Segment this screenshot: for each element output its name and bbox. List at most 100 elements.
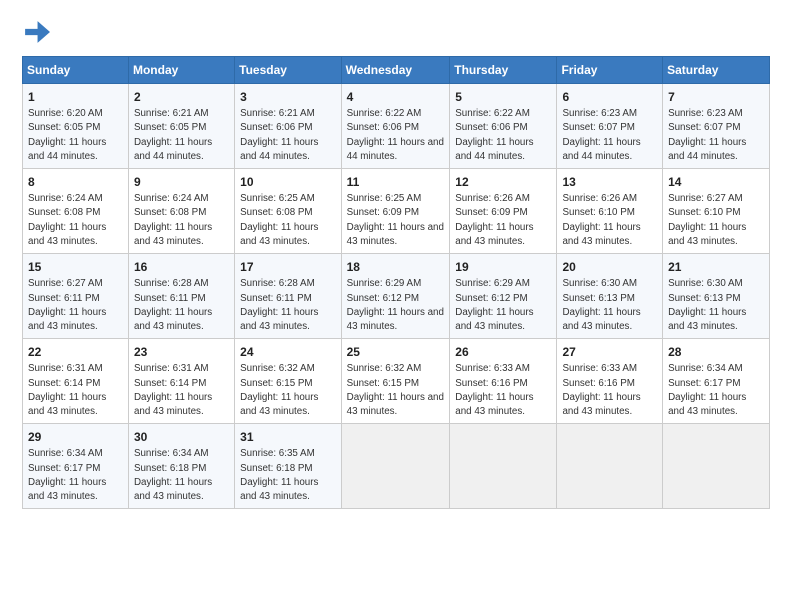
calendar-cell: 26 Sunrise: 6:33 AMSunset: 6:16 PMDaylig…: [450, 339, 557, 424]
day-info: Sunrise: 6:21 AMSunset: 6:05 PMDaylight:…: [134, 108, 212, 162]
calendar-cell: 31 Sunrise: 6:35 AMSunset: 6:18 PMDaylig…: [235, 424, 341, 509]
day-number: 1: [28, 89, 123, 105]
day-number: 19: [455, 259, 551, 275]
day-number: 10: [240, 174, 335, 190]
day-info: Sunrise: 6:23 AMSunset: 6:07 PMDaylight:…: [668, 108, 746, 162]
day-number: 11: [347, 174, 445, 190]
day-number: 18: [347, 259, 445, 275]
calendar-cell: 9 Sunrise: 6:24 AMSunset: 6:08 PMDayligh…: [128, 169, 234, 254]
day-number: 14: [668, 174, 764, 190]
calendar-cell: 18 Sunrise: 6:29 AMSunset: 6:12 PMDaylig…: [341, 254, 450, 339]
calendar-cell: 14 Sunrise: 6:27 AMSunset: 6:10 PMDaylig…: [663, 169, 770, 254]
week-row-1: 1 Sunrise: 6:20 AMSunset: 6:05 PMDayligh…: [23, 84, 770, 169]
calendar-cell: 10 Sunrise: 6:25 AMSunset: 6:08 PMDaylig…: [235, 169, 341, 254]
day-info: Sunrise: 6:28 AMSunset: 6:11 PMDaylight:…: [240, 278, 318, 332]
day-number: 8: [28, 174, 123, 190]
day-info: Sunrise: 6:24 AMSunset: 6:08 PMDaylight:…: [134, 193, 212, 247]
day-number: 15: [28, 259, 123, 275]
day-info: Sunrise: 6:23 AMSunset: 6:07 PMDaylight:…: [562, 108, 640, 162]
calendar-cell: 22 Sunrise: 6:31 AMSunset: 6:14 PMDaylig…: [23, 339, 129, 424]
day-info: Sunrise: 6:32 AMSunset: 6:15 PMDaylight:…: [240, 363, 318, 417]
logo: [22, 18, 54, 46]
header-day-saturday: Saturday: [663, 57, 770, 84]
calendar-cell: 28 Sunrise: 6:34 AMSunset: 6:17 PMDaylig…: [663, 339, 770, 424]
calendar-cell: 5 Sunrise: 6:22 AMSunset: 6:06 PMDayligh…: [450, 84, 557, 169]
calendar-cell: 11 Sunrise: 6:25 AMSunset: 6:09 PMDaylig…: [341, 169, 450, 254]
calendar-cell: 13 Sunrise: 6:26 AMSunset: 6:10 PMDaylig…: [557, 169, 663, 254]
day-number: 3: [240, 89, 335, 105]
day-info: Sunrise: 6:30 AMSunset: 6:13 PMDaylight:…: [562, 278, 640, 332]
day-number: 31: [240, 429, 335, 445]
calendar-cell: 23 Sunrise: 6:31 AMSunset: 6:14 PMDaylig…: [128, 339, 234, 424]
day-number: 12: [455, 174, 551, 190]
day-number: 20: [562, 259, 657, 275]
week-row-5: 29 Sunrise: 6:34 AMSunset: 6:17 PMDaylig…: [23, 424, 770, 509]
header-day-sunday: Sunday: [23, 57, 129, 84]
header-day-monday: Monday: [128, 57, 234, 84]
week-row-3: 15 Sunrise: 6:27 AMSunset: 6:11 PMDaylig…: [23, 254, 770, 339]
day-number: 16: [134, 259, 229, 275]
day-info: Sunrise: 6:30 AMSunset: 6:13 PMDaylight:…: [668, 278, 746, 332]
day-number: 17: [240, 259, 335, 275]
day-info: Sunrise: 6:22 AMSunset: 6:06 PMDaylight:…: [455, 108, 533, 162]
day-number: 7: [668, 89, 764, 105]
day-info: Sunrise: 6:31 AMSunset: 6:14 PMDaylight:…: [28, 363, 106, 417]
calendar-cell: 24 Sunrise: 6:32 AMSunset: 6:15 PMDaylig…: [235, 339, 341, 424]
header-day-friday: Friday: [557, 57, 663, 84]
day-info: Sunrise: 6:33 AMSunset: 6:16 PMDaylight:…: [562, 363, 640, 417]
day-number: 27: [562, 344, 657, 360]
calendar-cell: 21 Sunrise: 6:30 AMSunset: 6:13 PMDaylig…: [663, 254, 770, 339]
day-number: 6: [562, 89, 657, 105]
calendar-cell: 17 Sunrise: 6:28 AMSunset: 6:11 PMDaylig…: [235, 254, 341, 339]
header-day-thursday: Thursday: [450, 57, 557, 84]
day-info: Sunrise: 6:21 AMSunset: 6:06 PMDaylight:…: [240, 108, 318, 162]
calendar-cell: [557, 424, 663, 509]
day-info: Sunrise: 6:28 AMSunset: 6:11 PMDaylight:…: [134, 278, 212, 332]
day-info: Sunrise: 6:32 AMSunset: 6:15 PMDaylight:…: [347, 363, 444, 417]
calendar-cell: 25 Sunrise: 6:32 AMSunset: 6:15 PMDaylig…: [341, 339, 450, 424]
day-number: 4: [347, 89, 445, 105]
header-row: SundayMondayTuesdayWednesdayThursdayFrid…: [23, 57, 770, 84]
day-info: Sunrise: 6:29 AMSunset: 6:12 PMDaylight:…: [455, 278, 533, 332]
header: [22, 18, 770, 46]
day-info: Sunrise: 6:20 AMSunset: 6:05 PMDaylight:…: [28, 108, 106, 162]
day-info: Sunrise: 6:26 AMSunset: 6:09 PMDaylight:…: [455, 193, 533, 247]
logo-icon: [22, 18, 50, 46]
day-info: Sunrise: 6:24 AMSunset: 6:08 PMDaylight:…: [28, 193, 106, 247]
day-info: Sunrise: 6:33 AMSunset: 6:16 PMDaylight:…: [455, 363, 533, 417]
week-row-2: 8 Sunrise: 6:24 AMSunset: 6:08 PMDayligh…: [23, 169, 770, 254]
day-info: Sunrise: 6:34 AMSunset: 6:17 PMDaylight:…: [668, 363, 746, 417]
day-number: 26: [455, 344, 551, 360]
calendar-cell: 15 Sunrise: 6:27 AMSunset: 6:11 PMDaylig…: [23, 254, 129, 339]
day-info: Sunrise: 6:22 AMSunset: 6:06 PMDaylight:…: [347, 108, 444, 162]
calendar-cell: [341, 424, 450, 509]
calendar-cell: 3 Sunrise: 6:21 AMSunset: 6:06 PMDayligh…: [235, 84, 341, 169]
calendar-cell: 30 Sunrise: 6:34 AMSunset: 6:18 PMDaylig…: [128, 424, 234, 509]
day-number: 21: [668, 259, 764, 275]
calendar-cell: 8 Sunrise: 6:24 AMSunset: 6:08 PMDayligh…: [23, 169, 129, 254]
day-info: Sunrise: 6:25 AMSunset: 6:08 PMDaylight:…: [240, 193, 318, 247]
day-info: Sunrise: 6:25 AMSunset: 6:09 PMDaylight:…: [347, 193, 444, 247]
day-info: Sunrise: 6:35 AMSunset: 6:18 PMDaylight:…: [240, 448, 318, 502]
calendar-cell: [663, 424, 770, 509]
day-number: 9: [134, 174, 229, 190]
calendar-cell: 19 Sunrise: 6:29 AMSunset: 6:12 PMDaylig…: [450, 254, 557, 339]
day-info: Sunrise: 6:26 AMSunset: 6:10 PMDaylight:…: [562, 193, 640, 247]
day-info: Sunrise: 6:27 AMSunset: 6:10 PMDaylight:…: [668, 193, 746, 247]
day-number: 22: [28, 344, 123, 360]
calendar-body: 1 Sunrise: 6:20 AMSunset: 6:05 PMDayligh…: [23, 84, 770, 509]
day-number: 13: [562, 174, 657, 190]
day-number: 5: [455, 89, 551, 105]
calendar-cell: 7 Sunrise: 6:23 AMSunset: 6:07 PMDayligh…: [663, 84, 770, 169]
day-number: 28: [668, 344, 764, 360]
calendar-cell: 6 Sunrise: 6:23 AMSunset: 6:07 PMDayligh…: [557, 84, 663, 169]
day-info: Sunrise: 6:34 AMSunset: 6:18 PMDaylight:…: [134, 448, 212, 502]
day-number: 2: [134, 89, 229, 105]
day-info: Sunrise: 6:27 AMSunset: 6:11 PMDaylight:…: [28, 278, 106, 332]
day-number: 29: [28, 429, 123, 445]
day-number: 23: [134, 344, 229, 360]
week-row-4: 22 Sunrise: 6:31 AMSunset: 6:14 PMDaylig…: [23, 339, 770, 424]
day-info: Sunrise: 6:34 AMSunset: 6:17 PMDaylight:…: [28, 448, 106, 502]
day-info: Sunrise: 6:29 AMSunset: 6:12 PMDaylight:…: [347, 278, 444, 332]
calendar-cell: 20 Sunrise: 6:30 AMSunset: 6:13 PMDaylig…: [557, 254, 663, 339]
